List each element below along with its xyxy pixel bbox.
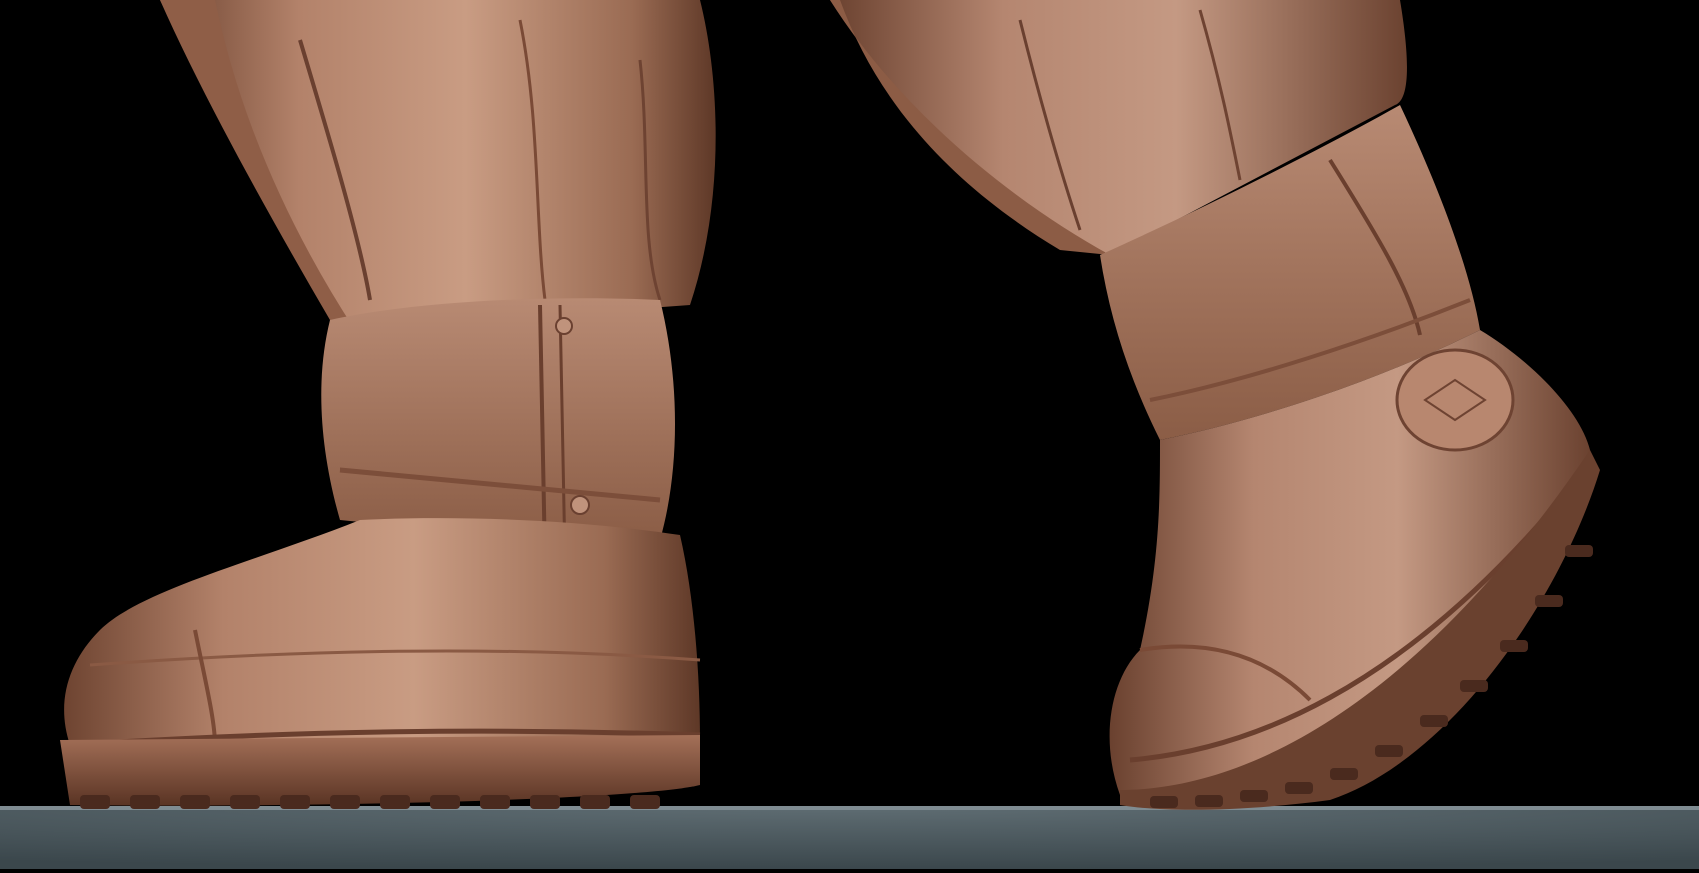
left-boot xyxy=(60,0,716,809)
scene-svg xyxy=(0,0,1699,869)
right-boot xyxy=(830,0,1600,810)
render-viewport xyxy=(0,0,1699,869)
ground-plane xyxy=(0,806,1699,869)
